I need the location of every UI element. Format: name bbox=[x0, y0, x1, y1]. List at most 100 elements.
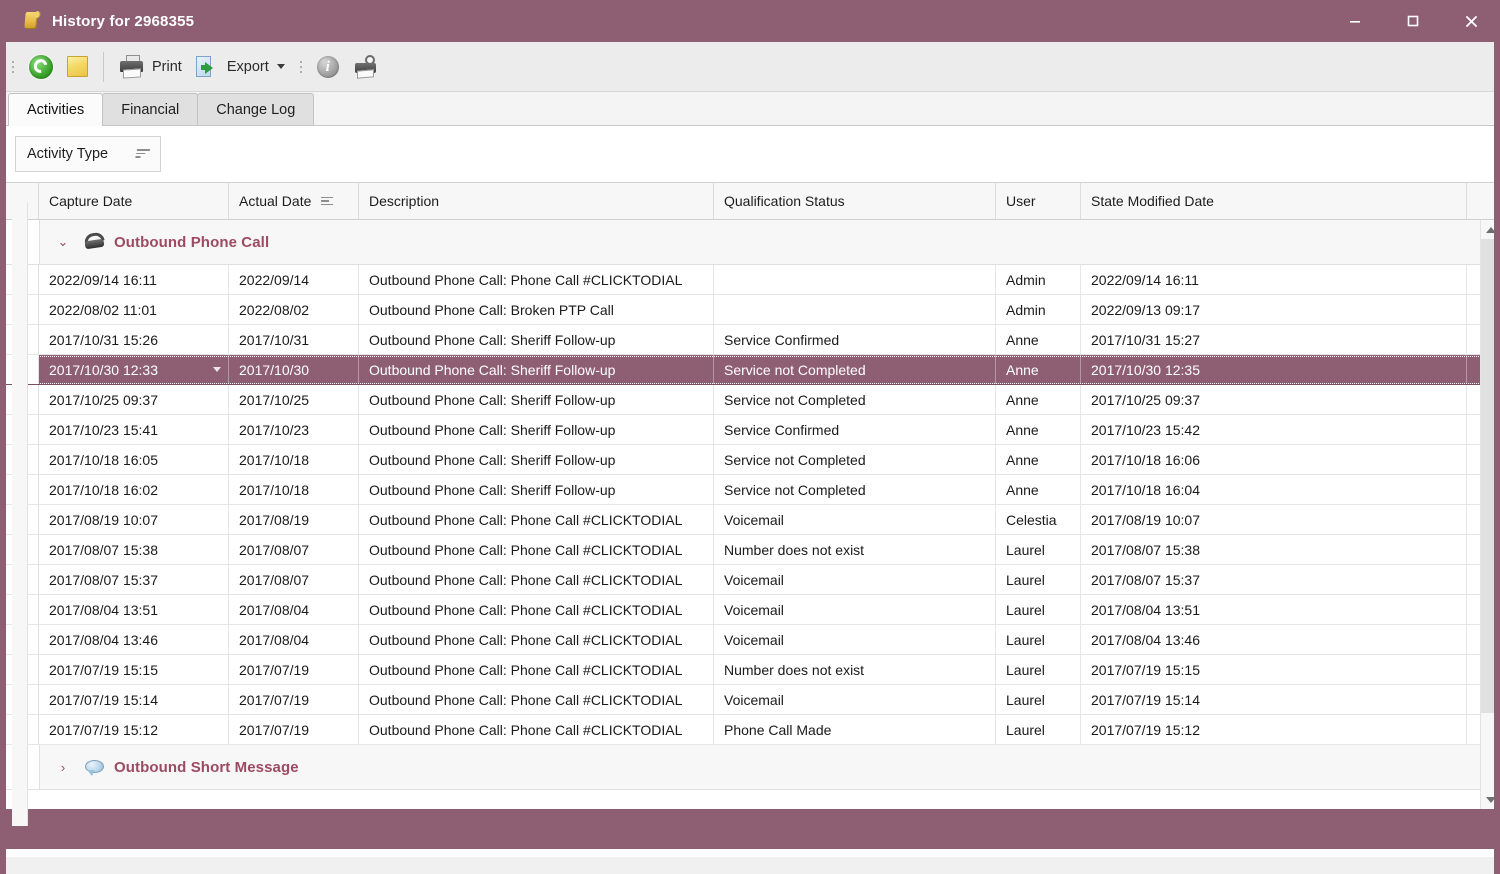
cell-user[interactable]: Anne bbox=[996, 385, 1081, 414]
cell-description[interactable]: Outbound Phone Call: Phone Call #CLICKTO… bbox=[359, 535, 714, 564]
activity-type-filter[interactable]: Activity Type bbox=[15, 136, 161, 172]
cell-description[interactable]: Outbound Phone Call: Sheriff Follow-up bbox=[359, 325, 714, 354]
cell-actual-date[interactable]: 2017/10/23 bbox=[229, 415, 359, 444]
group-expander-icon[interactable]: ⌄ bbox=[54, 234, 72, 250]
tab-change-log[interactable]: Change Log bbox=[197, 93, 315, 125]
scroll-up-button[interactable] bbox=[1481, 220, 1494, 239]
table-row[interactable]: 2017/07/19 15:14 2017/07/19 Outbound Phone… bbox=[6, 685, 1494, 715]
tab-financial[interactable]: Financial bbox=[102, 93, 199, 125]
cell-actual-date[interactable]: 2017/10/18 bbox=[229, 445, 359, 474]
table-row[interactable]: 2017/07/19 15:15 2017/07/19 Outbound Phone… bbox=[6, 655, 1494, 685]
cell-qualification-status[interactable]: Voicemail bbox=[714, 565, 996, 594]
cell-state-modified-date[interactable]: 2017/10/31 15:27 bbox=[1081, 325, 1467, 354]
column-header-state-modified-date[interactable]: State Modified Date bbox=[1081, 183, 1467, 219]
cell-user[interactable]: Celestia bbox=[996, 505, 1081, 534]
cell-state-modified-date[interactable]: 2017/10/25 09:37 bbox=[1081, 385, 1467, 414]
table-row[interactable]: 2017/08/04 13:51 2017/08/04 Outbound Phone… bbox=[6, 595, 1494, 625]
cell-user[interactable]: Admin bbox=[996, 265, 1081, 294]
cell-user[interactable]: Anne bbox=[996, 415, 1081, 444]
cell-user[interactable]: Laurel bbox=[996, 535, 1081, 564]
cell-description[interactable]: Outbound Phone Call: Phone Call #CLICKTO… bbox=[359, 715, 714, 744]
table-row[interactable]: 2017/10/31 15:26 2017/10/31 Outbound Phone… bbox=[6, 325, 1494, 355]
cell-actual-date[interactable]: 2017/08/07 bbox=[229, 565, 359, 594]
cell-qualification-status[interactable] bbox=[714, 265, 996, 294]
cell-description[interactable]: Outbound Phone Call: Phone Call #CLICKTO… bbox=[359, 265, 714, 294]
cell-state-modified-date[interactable]: 2017/08/07 15:38 bbox=[1081, 535, 1467, 564]
cell-capture-date[interactable]: 2017/10/23 15:41 bbox=[39, 415, 229, 444]
group-header-outbound-short-message[interactable]: › Outbound Short Message bbox=[6, 745, 1494, 790]
table-row[interactable]: 2017/10/18 16:05 2017/10/18 Outbound Phone… bbox=[6, 445, 1494, 475]
cell-dropdown-icon[interactable] bbox=[213, 367, 221, 372]
column-header-capture-date[interactable]: Capture Date bbox=[39, 183, 229, 219]
cell-qualification-status[interactable]: Phone Call Made bbox=[714, 715, 996, 744]
cell-qualification-status[interactable]: Voicemail bbox=[714, 625, 996, 654]
cell-description[interactable]: Outbound Phone Call: Sheriff Follow-up bbox=[359, 475, 714, 504]
note-button[interactable] bbox=[60, 48, 95, 86]
group-header-outbound-phone-call[interactable]: ⌄ Outbound Phone Call bbox=[6, 220, 1494, 265]
table-row[interactable]: → 2017/10/30 12:33 2017/10/30 Outbound Phon… bbox=[6, 355, 1494, 385]
scrollbar-thumb[interactable] bbox=[1481, 239, 1494, 713]
cell-state-modified-date[interactable]: 2017/08/07 15:37 bbox=[1081, 565, 1467, 594]
cell-capture-date[interactable]: 2017/10/18 16:02 bbox=[39, 475, 229, 504]
table-row[interactable]: 2017/08/19 10:07 2017/08/19 Outbound Phone… bbox=[6, 505, 1494, 535]
cell-qualification-status[interactable]: Voicemail bbox=[714, 595, 996, 624]
cell-capture-date[interactable]: 2022/08/02 11:01 bbox=[39, 295, 229, 324]
cell-state-modified-date[interactable]: 2022/09/13 09:17 bbox=[1081, 295, 1467, 324]
close-button[interactable] bbox=[1442, 0, 1494, 42]
column-header-qualification-status[interactable]: Qualification Status bbox=[714, 183, 996, 219]
tab-activities[interactable]: Activities bbox=[8, 93, 104, 126]
column-header-description[interactable]: Description bbox=[359, 183, 714, 219]
cell-qualification-status[interactable]: Service not Completed bbox=[714, 385, 996, 414]
cell-state-modified-date[interactable]: 2017/08/04 13:46 bbox=[1081, 625, 1467, 654]
cell-capture-date[interactable]: 2017/10/25 09:37 bbox=[39, 385, 229, 414]
cell-description[interactable]: Outbound Phone Call: Phone Call #CLICKTO… bbox=[359, 595, 714, 624]
info-button[interactable] bbox=[310, 48, 346, 86]
cell-user[interactable]: Laurel bbox=[996, 565, 1081, 594]
cell-capture-date[interactable]: 2017/08/04 13:51 bbox=[39, 595, 229, 624]
cell-qualification-status[interactable] bbox=[714, 295, 996, 324]
cell-qualification-status[interactable]: Service not Completed bbox=[714, 475, 996, 504]
cell-description[interactable]: Outbound Phone Call: Broken PTP Call bbox=[359, 295, 714, 324]
cell-user[interactable]: Laurel bbox=[996, 595, 1081, 624]
cell-description[interactable]: Outbound Phone Call: Sheriff Follow-up bbox=[359, 445, 714, 474]
cell-description[interactable]: Outbound Phone Call: Phone Call #CLICKTO… bbox=[359, 685, 714, 714]
table-row[interactable]: 2017/07/19 15:12 2017/07/19 Outbound Phone… bbox=[6, 715, 1494, 745]
refresh-button[interactable] bbox=[22, 48, 60, 86]
cell-capture-date[interactable]: 2022/09/14 16:11 bbox=[39, 265, 229, 294]
maximize-button[interactable] bbox=[1384, 0, 1442, 42]
cell-qualification-status[interactable]: Service Confirmed bbox=[714, 415, 996, 444]
toolbar-grip[interactable] bbox=[8, 56, 18, 78]
table-row[interactable]: 2022/08/02 11:01 2022/08/02 Outbound Phone… bbox=[6, 295, 1494, 325]
cell-actual-date[interactable]: 2017/07/19 bbox=[229, 685, 359, 714]
cell-capture-date[interactable]: 2017/10/18 16:05 bbox=[39, 445, 229, 474]
print-button[interactable]: Print bbox=[112, 48, 189, 86]
cell-state-modified-date[interactable]: 2017/10/23 15:42 bbox=[1081, 415, 1467, 444]
cell-description[interactable]: Outbound Phone Call: Phone Call #CLICKTO… bbox=[359, 625, 714, 654]
column-header-user[interactable]: User bbox=[996, 183, 1081, 219]
cell-state-modified-date[interactable]: 2017/07/19 15:15 bbox=[1081, 655, 1467, 684]
cell-description[interactable]: Outbound Phone Call: Phone Call #CLICKTO… bbox=[359, 505, 714, 534]
print-setup-button[interactable] bbox=[346, 48, 386, 86]
cell-capture-date[interactable]: 2017/07/19 15:15 bbox=[39, 655, 229, 684]
export-button[interactable]: Export bbox=[189, 48, 292, 86]
table-row[interactable]: 2017/10/23 15:41 2017/10/23 Outbound Phone… bbox=[6, 415, 1494, 445]
cell-actual-date[interactable]: 2022/08/02 bbox=[229, 295, 359, 324]
grid-vertical-scrollbar[interactable] bbox=[1480, 220, 1494, 809]
cell-capture-date[interactable]: 2017/07/19 15:12 bbox=[39, 715, 229, 744]
cell-actual-date[interactable]: 2017/07/19 bbox=[229, 715, 359, 744]
cell-user[interactable]: Admin bbox=[996, 295, 1081, 324]
cell-qualification-status[interactable]: Service not Completed bbox=[714, 355, 996, 384]
cell-qualification-status[interactable]: Voicemail bbox=[714, 685, 996, 714]
cell-state-modified-date[interactable]: 2017/10/18 16:06 bbox=[1081, 445, 1467, 474]
cell-capture-date[interactable]: 2017/10/30 12:33 bbox=[39, 355, 229, 384]
cell-capture-date[interactable]: 2017/08/07 15:38 bbox=[39, 535, 229, 564]
cell-actual-date[interactable]: 2017/08/04 bbox=[229, 625, 359, 654]
minimize-button[interactable] bbox=[1326, 0, 1384, 42]
cell-description[interactable]: Outbound Phone Call: Sheriff Follow-up bbox=[359, 385, 714, 414]
cell-user[interactable]: Anne bbox=[996, 475, 1081, 504]
cell-capture-date[interactable]: 2017/08/07 15:37 bbox=[39, 565, 229, 594]
column-header-actual-date[interactable]: Actual Date bbox=[229, 183, 359, 219]
cell-user[interactable]: Anne bbox=[996, 325, 1081, 354]
cell-description[interactable]: Outbound Phone Call: Phone Call #CLICKTO… bbox=[359, 565, 714, 594]
cell-user[interactable]: Anne bbox=[996, 445, 1081, 474]
